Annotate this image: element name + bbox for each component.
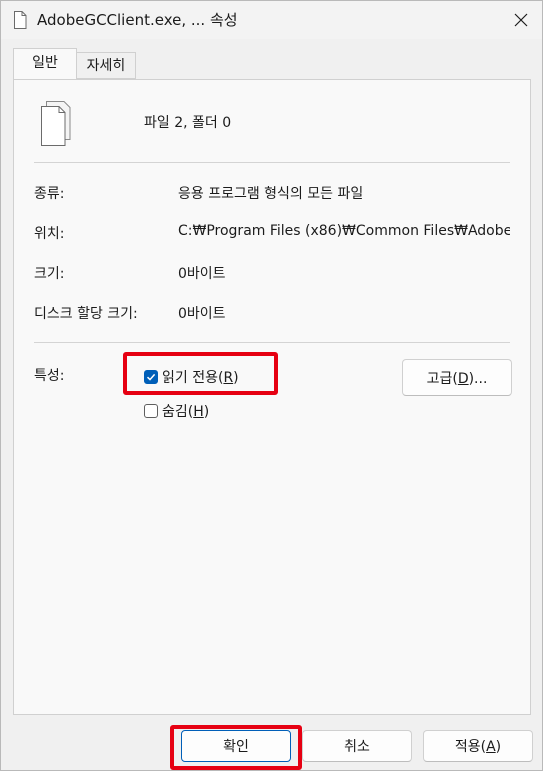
multiple-files-icon: [41, 101, 71, 146]
size-label: 크기:: [34, 266, 65, 282]
ok-button[interactable]: 확인: [181, 730, 291, 762]
title-bar[interactable]: AdobeGCClient.exe, ... 속성: [1, 1, 542, 39]
attributes-label: 특성:: [34, 368, 65, 384]
advanced-button[interactable]: 고급(D)...: [402, 359, 512, 396]
size-on-disk-value: 0바이트: [178, 306, 226, 322]
type-label: 종류:: [34, 186, 65, 202]
tab-details[interactable]: 자세히: [76, 52, 136, 79]
document-icon: [14, 11, 27, 29]
hidden-checkbox[interactable]: 숨김(H): [144, 401, 209, 421]
checkbox-unchecked[interactable]: [144, 404, 158, 418]
tab-general[interactable]: 일반: [13, 48, 77, 79]
size-value: 0바이트: [178, 266, 226, 282]
location-value: C:₩Program Files (x86)₩Common Files₩Adob…: [178, 223, 510, 239]
close-icon: [514, 13, 528, 27]
hidden-label: 숨김(H): [162, 404, 210, 420]
readonly-label: 읽기 전용(R): [162, 370, 239, 386]
size-on-disk-label: 디스크 할당 크기:: [34, 306, 138, 322]
window-title: AdobeGCClient.exe, ... 속성: [37, 11, 238, 29]
location-label: 위치:: [34, 226, 65, 242]
general-tab-panel: 파일 2, 폴더 0 종류: 응용 프로그램 형식의 모든 파일 위치: C:₩…: [13, 79, 531, 715]
type-value: 응용 프로그램 형식의 모든 파일: [178, 186, 364, 202]
divider: [34, 162, 510, 163]
checkmark-icon: [146, 373, 156, 381]
properties-dialog: AdobeGCClient.exe, ... 속성 일반 자세히 파일 2, 폴…: [0, 0, 543, 771]
cancel-button[interactable]: 취소: [302, 730, 412, 762]
readonly-checkbox[interactable]: 읽기 전용(R): [144, 367, 239, 387]
divider: [34, 342, 510, 343]
close-button[interactable]: [506, 5, 536, 35]
apply-button[interactable]: 적용(A): [423, 730, 533, 762]
checkbox-checked[interactable]: [144, 370, 158, 384]
selection-summary: 파일 2, 폴더 0: [144, 115, 232, 131]
